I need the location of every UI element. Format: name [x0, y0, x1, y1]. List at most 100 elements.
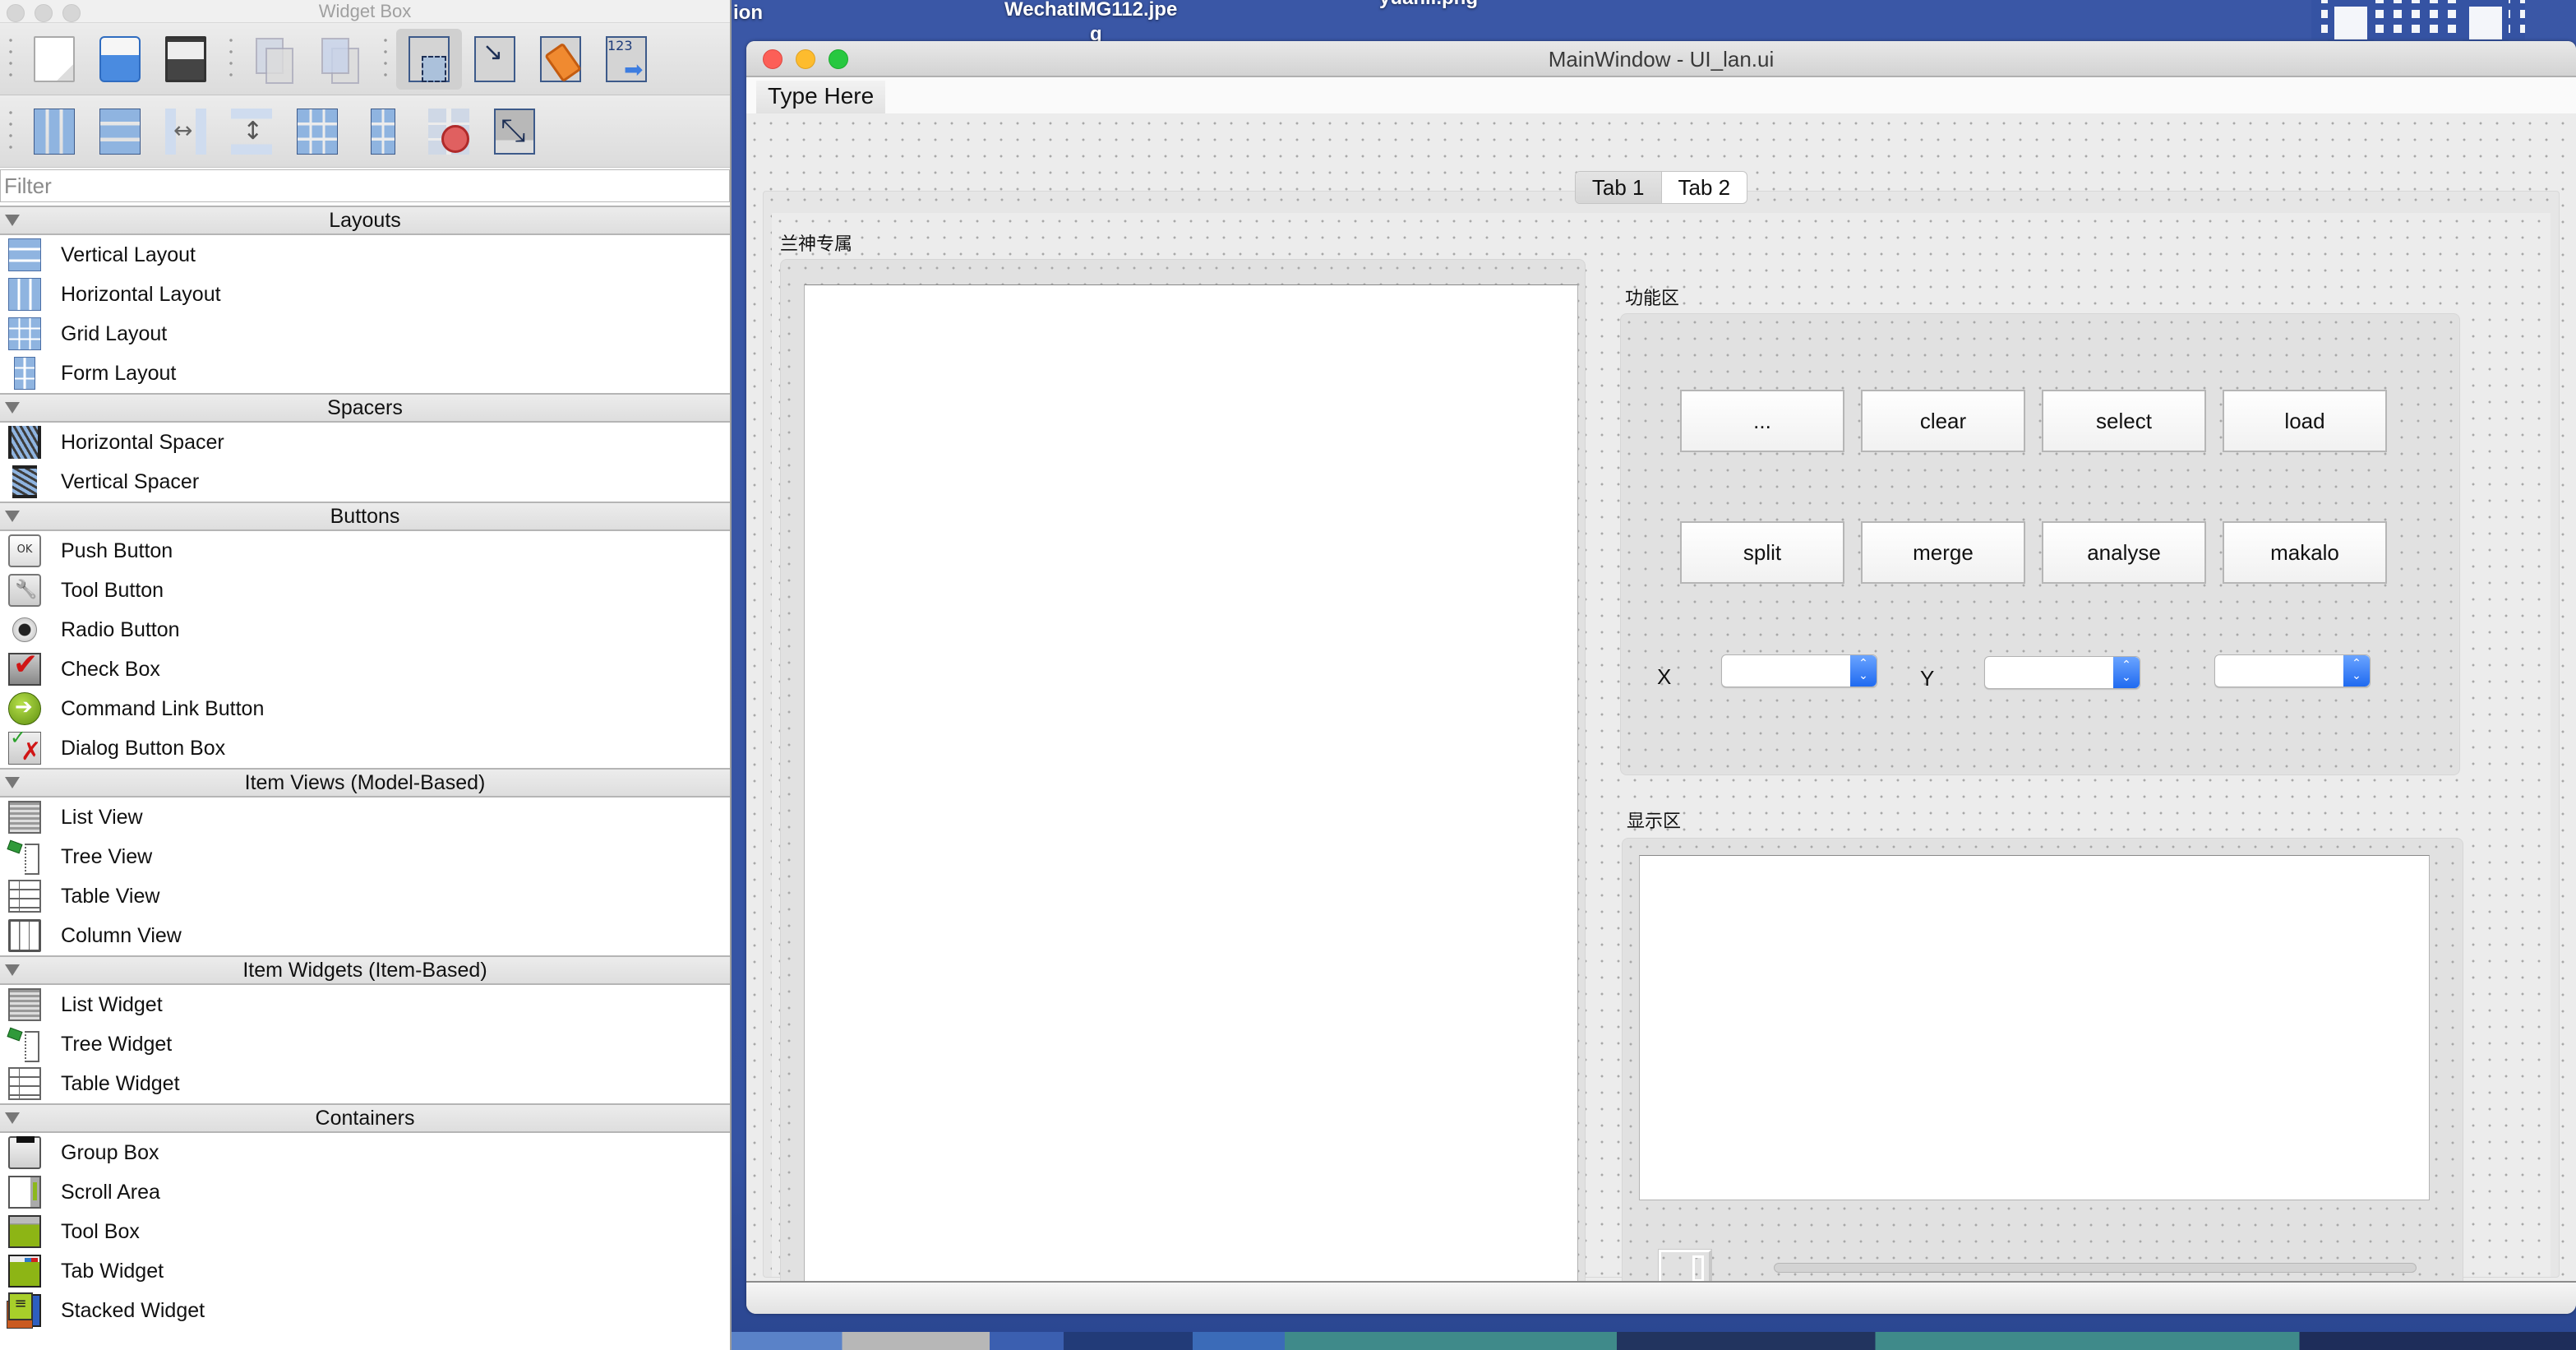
widget-item-table-view[interactable]: Table View: [0, 876, 730, 916]
widget-item-vertical-spacer[interactable]: Vertical Spacer: [0, 462, 730, 502]
print-button[interactable]: [87, 29, 153, 90]
category-containers[interactable]: Containers: [0, 1103, 730, 1133]
desktop-file-label[interactable]: ion: [733, 2, 763, 25]
widget-item-dialog-button-box[interactable]: Dialog Button Box: [0, 726, 730, 768]
widget-item-table-widget[interactable]: Table Widget: [0, 1064, 730, 1103]
layout-grid-button[interactable]: [284, 101, 350, 162]
button-clear[interactable]: clear: [1861, 390, 2025, 452]
button-select[interactable]: select: [2042, 390, 2206, 452]
toolbar-grip[interactable]: [227, 34, 235, 84]
zoom-button[interactable]: [62, 4, 81, 22]
widget-item-label: Vertical Layout: [61, 243, 196, 266]
category-spacers[interactable]: Spacers: [0, 393, 730, 423]
widget-item-label: Tree Widget: [61, 1032, 173, 1056]
collapse-triangle-icon[interactable]: [5, 777, 20, 788]
tab-1[interactable]: Tab 1: [1575, 172, 1662, 203]
button-ellipsis[interactable]: ...: [1680, 390, 1844, 452]
widget-item-group-box[interactable]: Group Box: [0, 1133, 730, 1172]
copy-button[interactable]: [242, 29, 307, 90]
button-makalo[interactable]: makalo: [2223, 521, 2387, 584]
collapse-triangle-icon[interactable]: [5, 964, 20, 976]
toolbar-grip[interactable]: [381, 34, 390, 84]
edit-signals-slots-button[interactable]: [462, 29, 528, 90]
layout-vertical-button[interactable]: [87, 101, 153, 162]
widget-item-label: Check Box: [61, 657, 160, 681]
category-title: Item Widgets (Item-Based): [242, 959, 487, 982]
widget-item-horizontal-layout[interactable]: Horizontal Layout: [0, 275, 730, 314]
collapse-triangle-icon[interactable]: [5, 402, 20, 414]
main-window-titlebar[interactable]: MainWindow - UI_lan.ui: [746, 41, 2576, 77]
table-view-icon: [8, 880, 41, 913]
widget-item-grid-layout[interactable]: Grid Layout: [0, 314, 730, 354]
widget-item-tab-widget[interactable]: Tab Widget: [0, 1251, 730, 1291]
qr-code-image[interactable]: [2311, 0, 2525, 46]
display-area[interactable]: [1639, 855, 2430, 1200]
button-merge[interactable]: merge: [1861, 521, 2025, 584]
new-form-button[interactable]: [21, 29, 87, 90]
widget-item-vertical-layout[interactable]: Vertical Layout: [0, 235, 730, 275]
widget-item-radio-button[interactable]: Radio Button: [0, 610, 730, 650]
button-analyse[interactable]: analyse: [2042, 521, 2206, 584]
widget-item-tree-view[interactable]: Tree View: [0, 837, 730, 876]
widget-item-horizontal-spacer[interactable]: Horizontal Spacer: [0, 423, 730, 462]
radio-button-icon: [12, 617, 37, 642]
toolbar-grip[interactable]: [7, 106, 15, 156]
button-split[interactable]: split: [1680, 521, 1844, 584]
widget-item-tree-widget[interactable]: Tree Widget: [0, 1024, 730, 1064]
layout-form-button[interactable]: [350, 101, 416, 162]
toolbar-grip[interactable]: [7, 34, 15, 84]
layout-grid-icon: [297, 108, 338, 155]
grid-layout-icon: [8, 317, 41, 350]
combo-x[interactable]: ⌃ ⌄: [1721, 654, 1877, 687]
group-title-function: 功能区: [1625, 288, 1680, 308]
collapse-triangle-icon[interactable]: [5, 1112, 20, 1124]
combo-y[interactable]: ⌃ ⌄: [1984, 656, 2140, 689]
layout-horizontal-button[interactable]: [21, 101, 87, 162]
widget-item-check-box[interactable]: Check Box: [0, 648, 730, 689]
widget-item-push-button[interactable]: OK Push Button: [0, 531, 730, 571]
layout-vertical-splitter-button[interactable]: [219, 101, 284, 162]
desktop-file-label-yuanli[interactable]: yuanli.png: [1379, 0, 1478, 10]
widget-item-list-widget[interactable]: List Widget: [0, 985, 730, 1024]
menu-type-here[interactable]: Type Here: [756, 81, 886, 113]
widget-item-stacked-widget[interactable]: Stacked Widget: [0, 1291, 730, 1330]
collapse-triangle-icon[interactable]: [5, 511, 20, 522]
adjust-size-button[interactable]: [482, 101, 547, 162]
widget-item-scroll-area[interactable]: Scroll Area: [0, 1172, 730, 1212]
widget-box-titlebar[interactable]: Widget Box: [0, 0, 730, 23]
close-button[interactable]: [763, 49, 782, 69]
widget-item-tool-button[interactable]: Tool Button: [0, 571, 730, 610]
layout-horizontal-splitter-button[interactable]: [153, 101, 219, 162]
edit-buddies-button[interactable]: [528, 29, 593, 90]
column-view-icon: [8, 919, 41, 952]
widget-item-column-view[interactable]: Column View: [0, 916, 730, 955]
button-load[interactable]: load: [2223, 390, 2387, 452]
category-item-views[interactable]: Item Views (Model-Based): [0, 768, 730, 798]
category-buttons[interactable]: Buttons: [0, 502, 730, 531]
break-layout-button[interactable]: [416, 101, 482, 162]
filter-input[interactable]: Filter: [0, 169, 730, 202]
tab-2[interactable]: Tab 2: [1662, 172, 1747, 203]
category-title: Spacers: [327, 396, 403, 419]
category-item-widgets[interactable]: Item Widgets (Item-Based): [0, 955, 730, 985]
widget-item-command-link-button[interactable]: Command Link Button: [0, 689, 730, 728]
save-button[interactable]: [153, 29, 219, 90]
close-button[interactable]: [7, 4, 25, 22]
widget-item-form-layout[interactable]: Form Layout: [0, 354, 730, 393]
desktop-file-label-wechatimg[interactable]: WechatIMG112.jpe: [1004, 0, 1177, 21]
category-layouts[interactable]: Layouts: [0, 206, 730, 235]
window-controls: [763, 49, 848, 69]
minimize-button[interactable]: [796, 49, 815, 69]
widget-item-tool-box[interactable]: Tool Box: [0, 1212, 730, 1251]
widget-item-label: Scroll Area: [61, 1180, 160, 1204]
zoom-button[interactable]: [829, 49, 848, 69]
collapse-triangle-icon[interactable]: [5, 215, 20, 226]
new-form-icon: [34, 35, 75, 82]
edit-tab-order-button[interactable]: 123: [593, 29, 659, 90]
edit-widgets-button[interactable]: [396, 28, 462, 90]
paste-button[interactable]: [307, 29, 373, 90]
widget-item-list-view[interactable]: List View: [0, 798, 730, 837]
left-text-area[interactable]: [804, 284, 1578, 1314]
combo-third[interactable]: ⌃ ⌄: [2214, 654, 2371, 687]
minimize-button[interactable]: [35, 4, 53, 22]
